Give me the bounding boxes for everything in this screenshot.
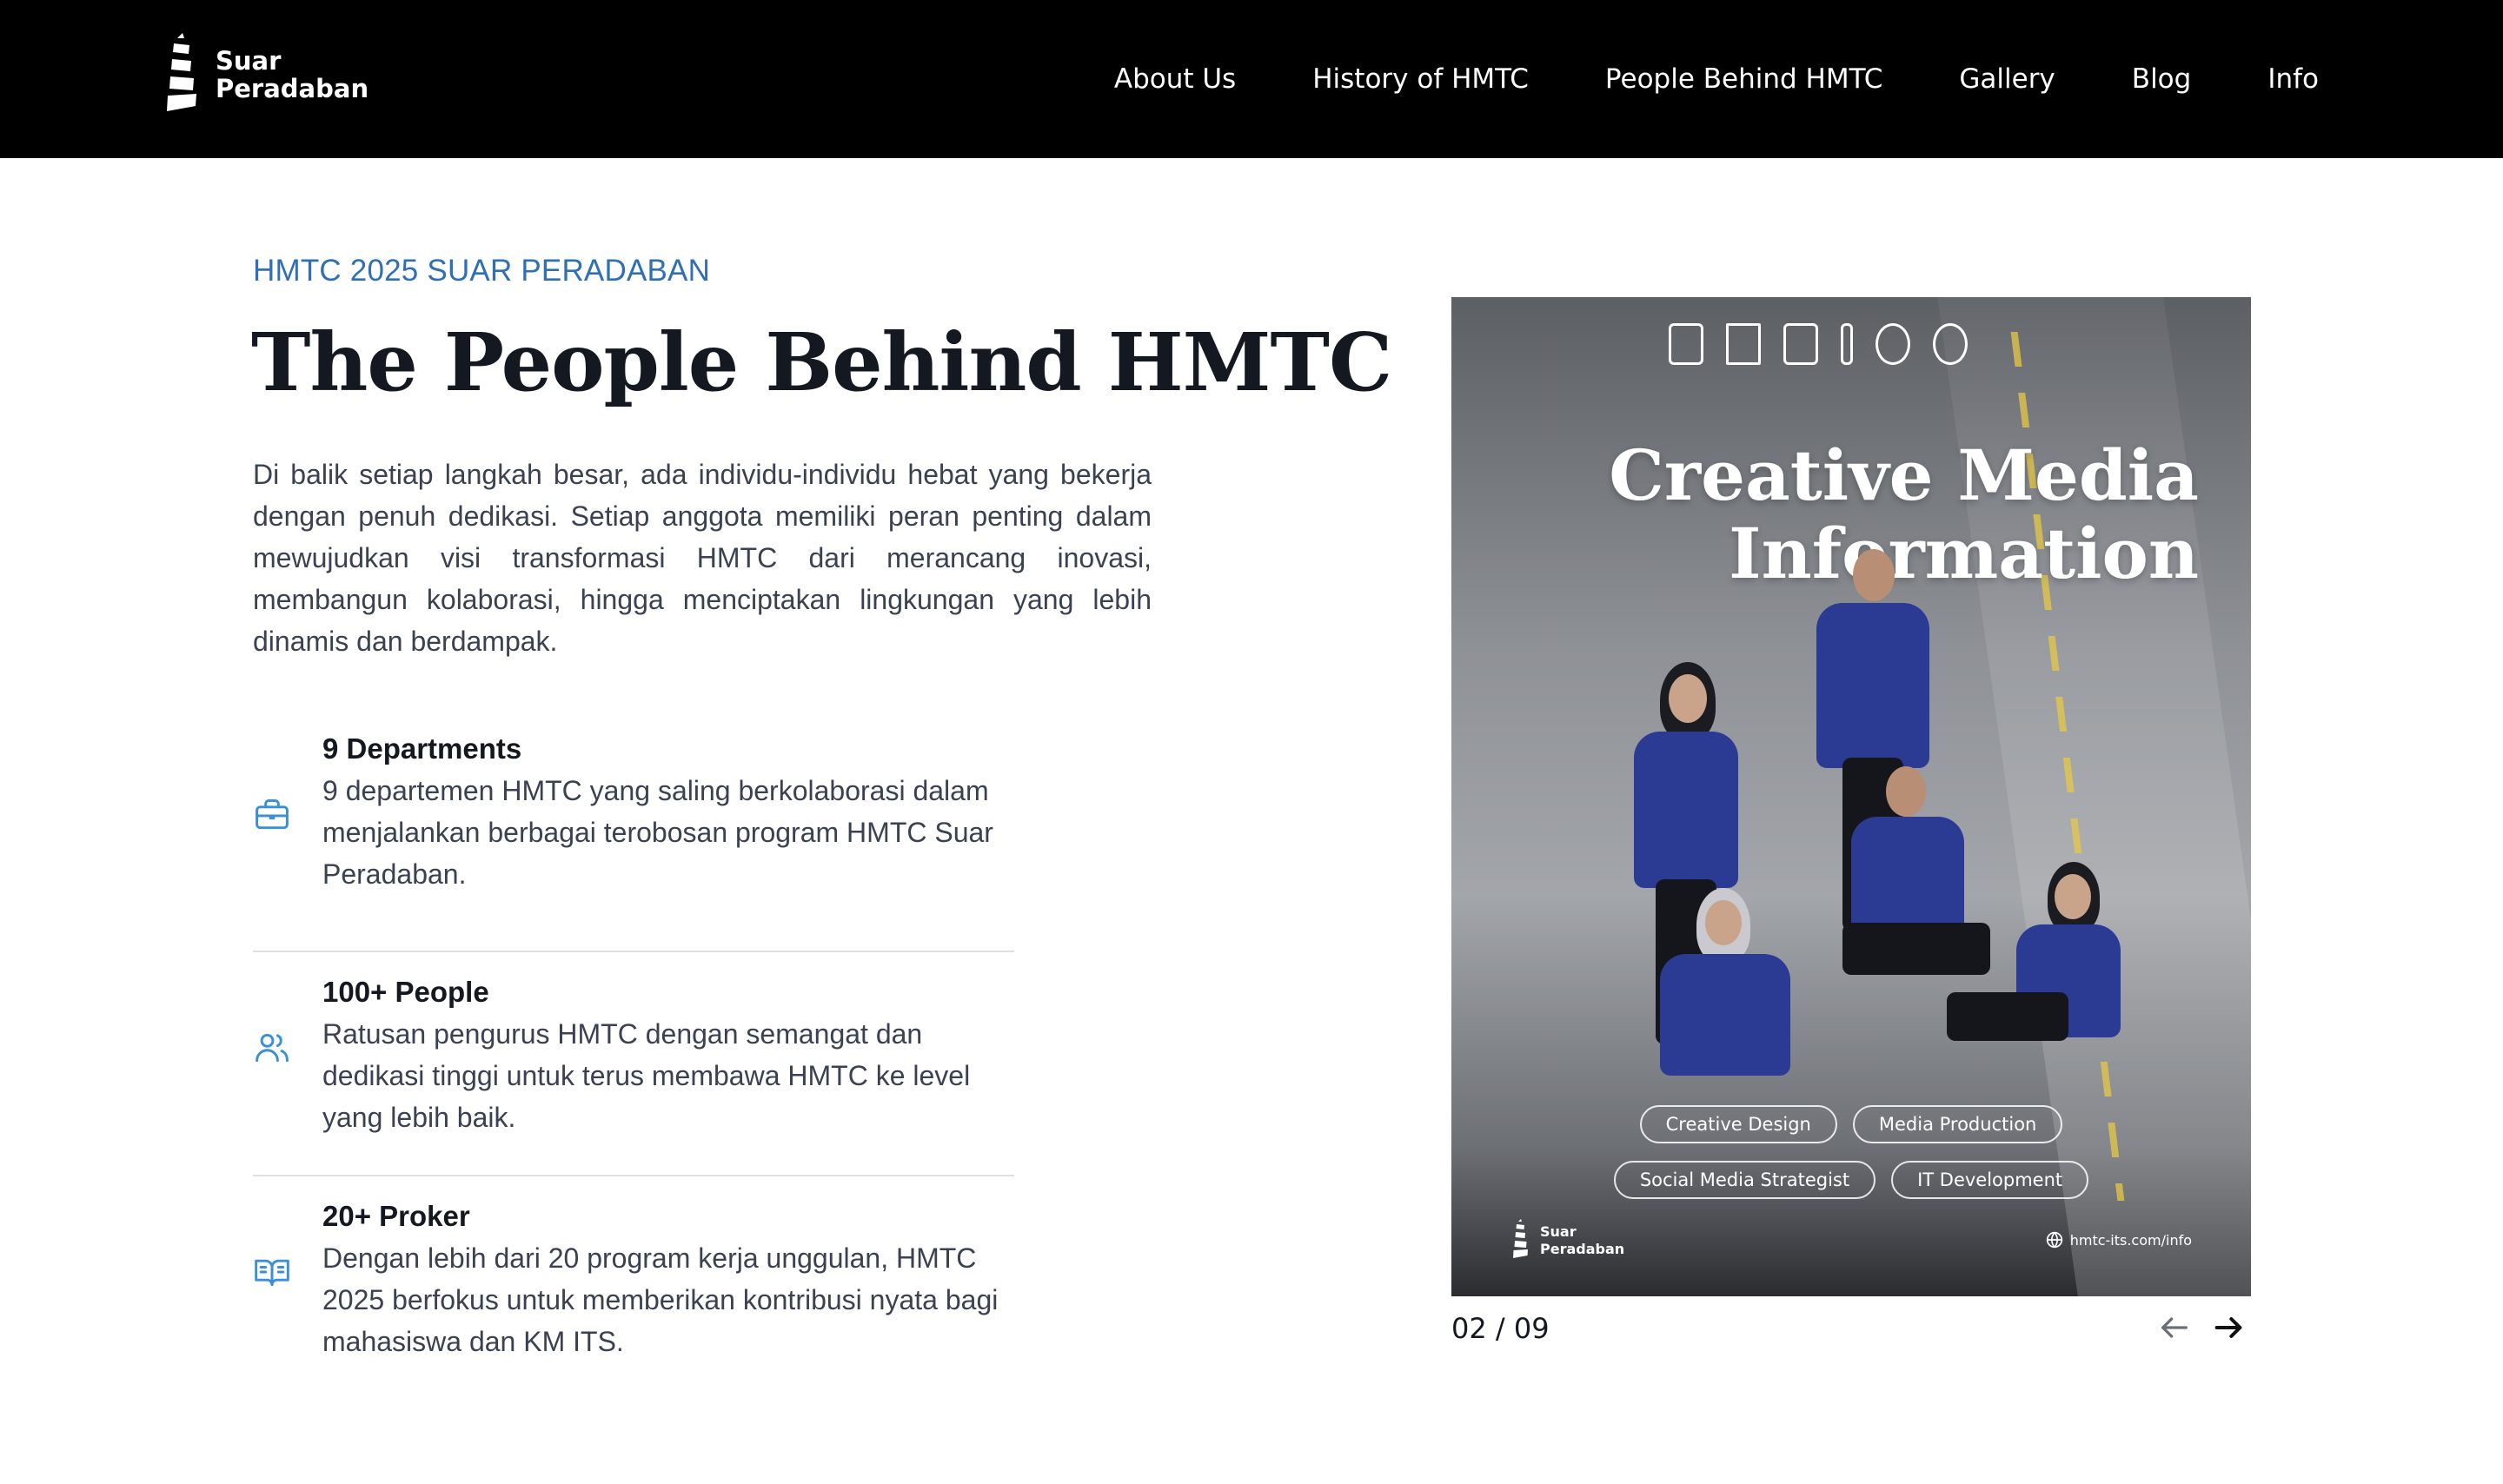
lighthouse-logo-icon [1513, 1219, 1528, 1258]
slide-brand: Suar Peradaban [1512, 1218, 1686, 1270]
feature-list: 9 Departments 9 departemen HMTC yang sal… [253, 728, 1014, 1401]
nav-blog[interactable]: Blog [2132, 63, 2192, 95]
lighthouse-logo-icon [167, 33, 196, 111]
section-eyebrow: HMTC 2025 SUAR PERADABAN [253, 254, 711, 288]
globe-icon [2046, 1231, 2062, 1249]
feature-description: Dengan lebih dari 20 program kerja unggu… [322, 1242, 999, 1357]
page-title: The People Behind HMTC [251, 315, 1392, 409]
main-nav: About Us History of HMTC People Behind H… [1114, 0, 2319, 158]
briefcase-icon [256, 799, 289, 830]
its-logo-icon [1669, 323, 1703, 365]
feature-description: 9 departemen HMTC yang saling berkolabor… [322, 775, 993, 890]
nav-history[interactable]: History of HMTC [1312, 63, 1529, 95]
feature-title: 9 Departments [322, 732, 522, 765]
feature-item-departments: 9 Departments 9 departemen HMTC yang sal… [253, 728, 1014, 952]
intro-paragraph: Di balik setiap langkah besar, ada indiv… [253, 459, 1152, 657]
partner-logos [1669, 323, 1968, 365]
carousel-slide-image[interactable]: Creative Media Information Creative Desi… [1451, 297, 2251, 1296]
feature-title: 20+ Proker [322, 1200, 470, 1232]
nav-about-us[interactable]: About Us [1114, 63, 1236, 95]
feature-description: Ratusan pengurus HMTC dengan semangat da… [322, 1018, 971, 1133]
nav-people-behind[interactable]: People Behind HMTC [1605, 63, 1882, 95]
feature-title: 100+ People [322, 976, 489, 1008]
slide-url: hmtc-its.com/info [2046, 1231, 2192, 1249]
arrow-right-icon[interactable] [2211, 1310, 2246, 1345]
lighthouse-mini-icon [1841, 323, 1853, 365]
if-logo-icon [1726, 323, 1761, 365]
tag-creative-design: Creative Design [1639, 1105, 1837, 1143]
feature-item-proker: 20+ Proker Dengan lebih dari 20 program … [253, 1176, 1014, 1401]
book-open-icon [255, 1259, 289, 1287]
brand-logo[interactable]: Suar Peradaban [165, 33, 391, 120]
nav-gallery[interactable]: Gallery [1959, 63, 2055, 95]
tag-social-media-strategist: Social Media Strategist [1613, 1161, 1876, 1199]
carousel-counter: 02 / 09 [1451, 1312, 1550, 1345]
feature-item-people: 100+ People Ratusan pengurus HMTC dengan… [253, 952, 1014, 1176]
slide-tags: Creative Design Media Production Social … [1451, 1105, 2251, 1216]
tag-it-development: IT Development [1891, 1161, 2089, 1199]
tag-media-production: Media Production [1852, 1105, 2063, 1143]
brand-name: Suar Peradaban [216, 46, 369, 103]
nav-info[interactable]: Info [2267, 63, 2319, 95]
carousel-controls [2157, 1310, 2246, 1345]
photo-person [1660, 888, 1790, 1096]
photo-person [1947, 862, 2121, 1088]
hmtc-logo-icon [1783, 323, 1818, 365]
top-navbar: Suar Peradaban About Us History of HMTC … [0, 0, 2503, 158]
arrow-left-icon[interactable] [2157, 1310, 2192, 1345]
users-icon [256, 1033, 289, 1063]
its-65-logo-icon [1933, 323, 1968, 365]
diktisaintek-logo-icon [1876, 323, 1910, 365]
